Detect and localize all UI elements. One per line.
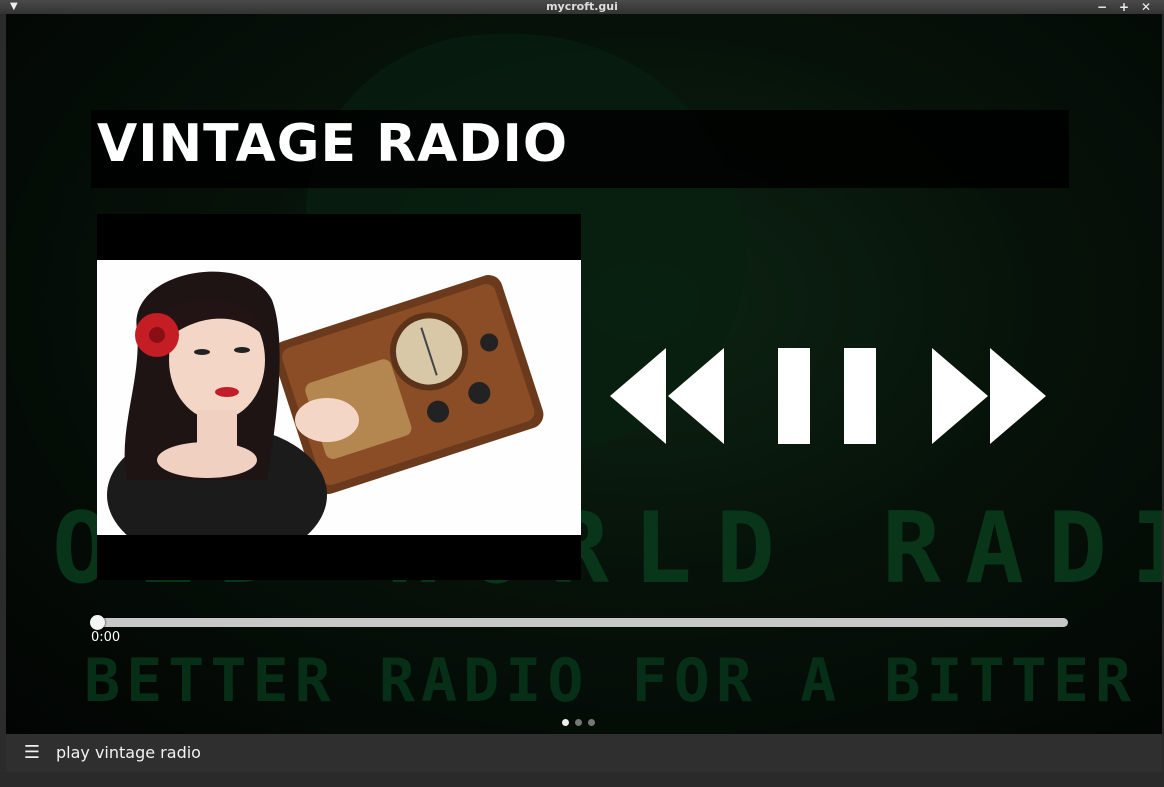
album-art-frame [97, 214, 581, 580]
elapsed-time: 0:00 [91, 630, 121, 645]
title-band: VINTAGE RADIO [91, 110, 1069, 188]
seek-bar[interactable] [90, 615, 1068, 630]
utterance-text: play vintage radio [56, 743, 201, 762]
window-title: mycroft.gui [546, 0, 618, 13]
minus-icon[interactable]: − [1097, 0, 1107, 14]
album-art-illustration [97, 260, 581, 535]
bottom-bar: ☰ play vintage radio [6, 734, 1162, 772]
player-stage: OLD WORLD RADIO BETTER RADIO FOR A BITTE… [6, 14, 1162, 734]
seek-handle[interactable] [90, 615, 105, 630]
hamburger-icon[interactable]: ☰ [22, 742, 42, 764]
window-bottom-edge [0, 772, 1164, 787]
page-indicator [562, 711, 601, 726]
fast-forward-icon[interactable] [932, 348, 1046, 444]
playback-controls [610, 348, 1050, 448]
album-art [97, 260, 581, 535]
pause-icon[interactable] [778, 348, 878, 444]
station-title: VINTAGE RADIO [97, 114, 569, 174]
page-dot[interactable] [562, 719, 569, 726]
window-titlebar: ▼ mycroft.gui − + ✕ [0, 0, 1164, 14]
rewind-icon[interactable] [610, 348, 724, 444]
plus-icon[interactable]: + [1119, 0, 1129, 14]
page-dot[interactable] [588, 719, 595, 726]
close-icon[interactable]: ✕ [1141, 0, 1151, 14]
background-logo-line2: BETTER RADIO FOR A BITTER WORLD [84, 646, 1162, 716]
page-dot[interactable] [575, 719, 582, 726]
